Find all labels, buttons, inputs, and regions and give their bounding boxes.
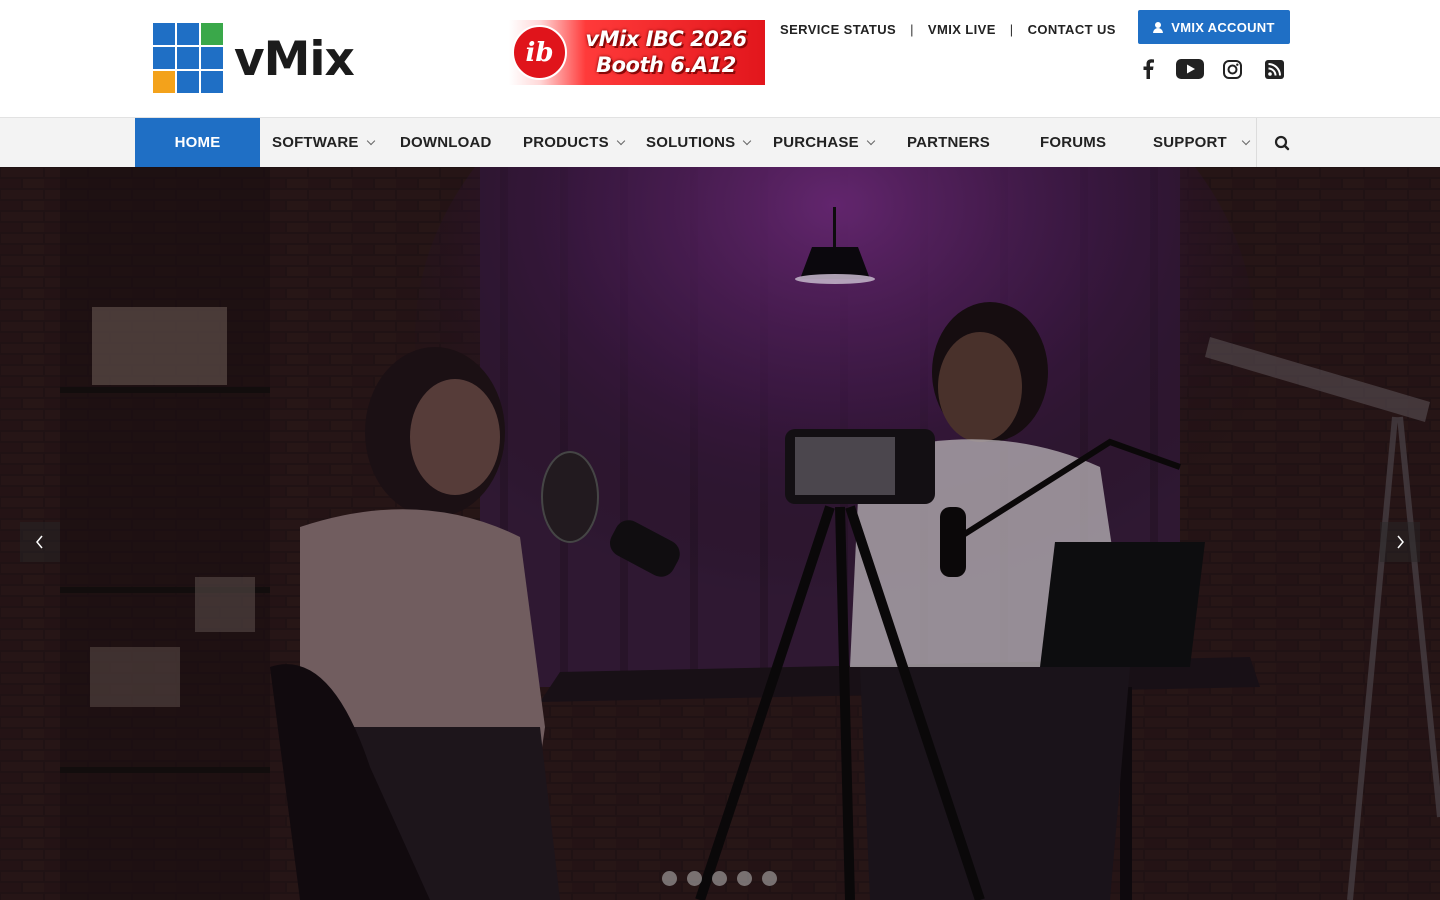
logo-square — [153, 23, 175, 45]
slider-dot[interactable] — [737, 871, 752, 886]
nav-item-label: PRODUCTS — [523, 134, 609, 151]
logo-wordmark: vMix — [234, 31, 355, 87]
facebook-icon[interactable] — [1137, 58, 1159, 80]
nav-item-label: SOLUTIONS — [646, 134, 736, 151]
top-link-separator: | — [1009, 21, 1014, 37]
logo-square — [177, 23, 199, 45]
top-link-separator: | — [910, 21, 914, 37]
logo-square — [201, 23, 223, 45]
nav-item-partners[interactable]: PARTNERS — [907, 118, 990, 167]
chevron-right-icon — [1397, 535, 1404, 549]
top-links: SERVICE STATUS | VMIX LIVE | CONTACT US — [780, 21, 1116, 37]
site-header: vMix ib vMix IBC 2026 Booth 6.A12 SERVIC… — [0, 0, 1440, 117]
chevron-down-icon — [366, 136, 375, 145]
chevron-left-icon — [36, 535, 43, 549]
rss-icon[interactable] — [1263, 58, 1285, 80]
vmix-account-button[interactable]: VMIX ACCOUNT — [1138, 10, 1290, 44]
vmix-account-label: VMIX ACCOUNT — [1171, 19, 1275, 35]
ibc-promo-banner[interactable]: ib vMix IBC 2026 Booth 6.A12 — [509, 20, 765, 85]
youtube-icon[interactable] — [1176, 58, 1204, 80]
nav-item-forums[interactable]: FORUMS — [1040, 118, 1106, 167]
nav-item-label: FORUMS — [1040, 134, 1107, 151]
service-status-link[interactable]: SERVICE STATUS — [780, 22, 896, 37]
ibc-logo-icon: ib — [512, 25, 567, 80]
nav-item-label: SUPPORT — [1153, 134, 1227, 151]
slider-dots — [662, 871, 777, 886]
nav-item-label: HOME — [174, 134, 221, 151]
chevron-down-icon — [616, 136, 626, 145]
contact-us-link[interactable]: CONTACT US — [1028, 22, 1116, 37]
logo-square — [153, 71, 175, 93]
logo-square — [177, 47, 199, 69]
chevron-down-icon — [866, 136, 876, 145]
promo-title: vMix IBC 2026 — [585, 27, 747, 51]
nav-item-label: PARTNERS — [907, 134, 990, 151]
instagram-icon[interactable] — [1221, 58, 1243, 80]
slider-dot[interactable] — [687, 871, 702, 886]
logo-square — [201, 47, 223, 69]
nav-item-label: SOFTWARE — [272, 134, 359, 151]
promo-booth: Booth 6.A12 — [596, 53, 736, 77]
nav-item-label: PURCHASE — [773, 134, 859, 151]
search-icon[interactable] — [1270, 131, 1294, 155]
nav-item-label: DOWNLOAD — [400, 134, 492, 151]
chevron-down-icon — [743, 136, 752, 145]
logo-square — [177, 71, 199, 93]
nav-item-home[interactable]: HOME — [135, 118, 260, 167]
nav-item-software[interactable]: SOFTWARE — [272, 118, 375, 167]
vmix-logo[interactable]: vMix — [153, 23, 355, 93]
hero-photo — [0, 167, 1440, 900]
chevron-down-icon — [1241, 136, 1251, 145]
slider-next-button[interactable] — [1380, 522, 1420, 562]
nav-item-purchase[interactable]: PURCHASE — [773, 118, 876, 167]
nav-item-support[interactable]: SUPPORT — [1153, 118, 1251, 167]
logo-square — [201, 71, 223, 93]
hero-slider — [0, 167, 1440, 900]
logo-square — [153, 47, 175, 69]
logo-grid-icon — [153, 23, 223, 93]
slider-dot[interactable] — [762, 871, 777, 886]
nav-item-download[interactable]: DOWNLOAD — [400, 118, 492, 167]
main-nav: HOME SOFTWARE DOWNLOAD PRODUCTS SOLUTION… — [0, 117, 1440, 167]
nav-divider — [1256, 118, 1257, 167]
nav-item-solutions[interactable]: SOLUTIONS — [646, 118, 752, 167]
slider-prev-button[interactable] — [20, 522, 60, 562]
user-icon — [1153, 21, 1164, 33]
slider-dot[interactable] — [712, 871, 727, 886]
vmix-live-link[interactable]: VMIX LIVE — [928, 22, 996, 37]
slider-dot[interactable] — [662, 871, 677, 886]
nav-item-products[interactable]: PRODUCTS — [523, 118, 626, 167]
